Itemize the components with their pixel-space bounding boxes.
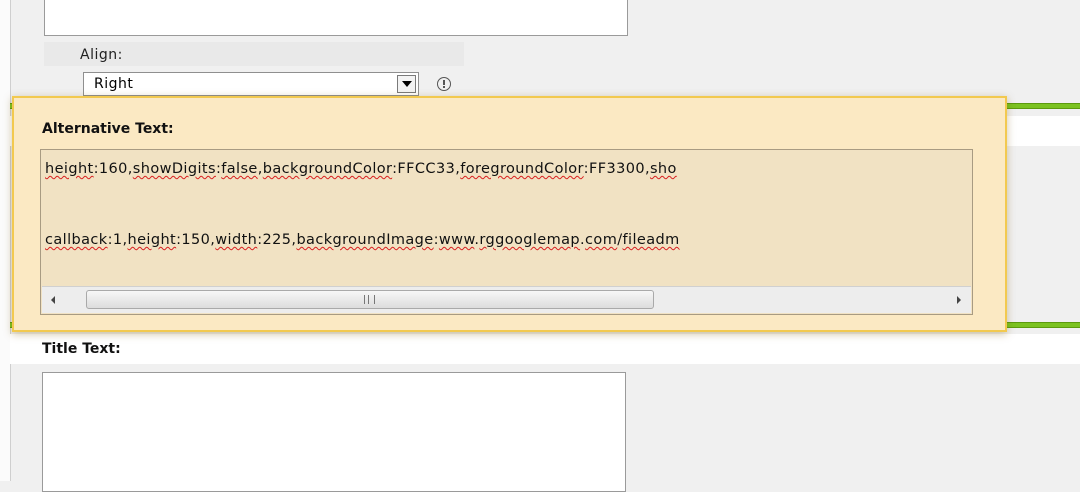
alt-text-line: height:160,showDigits:false,backgroundCo… (45, 161, 677, 177)
help-icon[interactable] (437, 77, 451, 91)
spelling-flagged-word: height (127, 232, 177, 248)
spelling-flagged-word: com (585, 232, 618, 248)
grip-icon (364, 295, 375, 304)
scrollbar-thumb[interactable] (86, 290, 654, 309)
spelling-flagged-word: www (438, 232, 475, 248)
spelling-flagged-word: backgroundImage (296, 232, 434, 248)
alt-text-fragment: :1, (107, 232, 128, 248)
horizontal-scrollbar[interactable] (42, 286, 971, 313)
left-border (0, 0, 11, 481)
spelling-flagged-word: false (221, 161, 258, 177)
title-text-label: Title Text: (42, 341, 121, 357)
align-select[interactable]: Right (83, 72, 419, 96)
spelling-flagged-word: foregroundColor (460, 161, 584, 177)
spelling-flagged-word: backgroundColor (262, 161, 393, 177)
chevron-left-icon[interactable] (42, 287, 66, 313)
row-band (10, 334, 1080, 364)
chevron-down-icon[interactable] (397, 75, 416, 93)
spelling-flagged-word: width (215, 232, 258, 248)
align-select-value: Right (94, 76, 134, 92)
spelling-flagged-word: height (45, 161, 94, 177)
spelling-flagged-word: callback (45, 232, 108, 248)
alt-text-fragment: :150, (176, 232, 216, 248)
alt-text-fragment: :160, (93, 161, 133, 177)
alt-text-textarea[interactable]: height:160,showDigits:false,backgroundCo… (40, 149, 973, 315)
align-label: Align: (80, 47, 123, 63)
title-text-textarea[interactable] (42, 372, 626, 492)
alt-text-fragment: :FFCC33, (392, 161, 461, 177)
alt-text-fragment: :225, (257, 232, 297, 248)
spelling-flagged-word: sho (649, 161, 677, 177)
alt-text-label: Alternative Text: (42, 121, 174, 137)
spelling-flagged-word: showDigits (132, 161, 216, 177)
alt-text-line: callback:1,height:150,width:225,backgrou… (45, 232, 680, 248)
spelling-flagged-word: rggooglemap (479, 232, 581, 248)
previous-textarea[interactable] (44, 0, 628, 36)
spelling-flagged-word: fileadm (622, 232, 680, 248)
chevron-right-icon[interactable] (947, 287, 971, 313)
alt-text-fragment: :FF3300, (583, 161, 650, 177)
